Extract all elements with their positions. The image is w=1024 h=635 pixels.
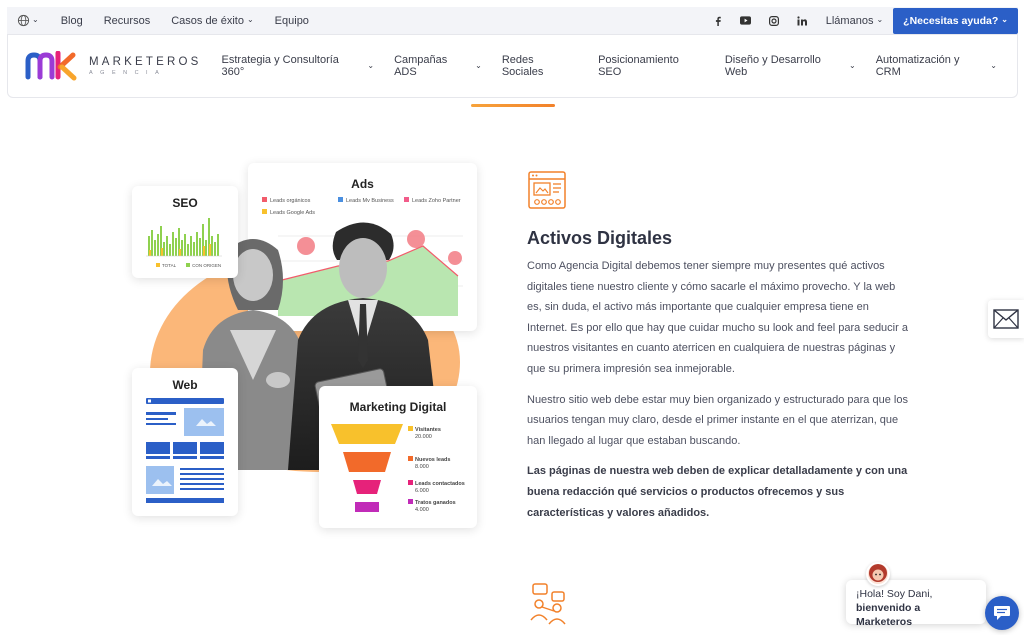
paragraph-3: Las páginas de nuestra web deben de expl… bbox=[527, 465, 908, 519]
nav-item-label: Campañas ADS bbox=[394, 54, 448, 78]
web-card-title: Web bbox=[172, 378, 198, 392]
nav-item-label: Diseño y Desarrollo Web bbox=[724, 54, 821, 78]
main-header: MARKETEROS AGENCIA Estrategia y Consulto… bbox=[7, 35, 1018, 98]
chat-open-button[interactable] bbox=[985, 596, 1019, 630]
seo-card: SEO TOTAL CON ORIGEN bbox=[132, 186, 238, 278]
nav-item-diseno-web[interactable]: Diseño y Desarrollo Web ⌄ bbox=[725, 54, 856, 78]
nav-item-redes-sociales[interactable]: Redes Sociales bbox=[502, 54, 578, 78]
topbar-link-casos[interactable]: Casos de éxito ⌄ bbox=[171, 15, 253, 27]
envelope-icon bbox=[993, 309, 1019, 329]
nav-item-estrategia[interactable]: Estrategia y Consultoría 360° ⌄ bbox=[222, 54, 375, 78]
paragraph-1: Como Agencia Digital debemos tener siemp… bbox=[527, 260, 908, 375]
logo-mark bbox=[25, 51, 77, 81]
chevron-down-icon: ⌄ bbox=[32, 15, 39, 24]
legend-item: TOTAL bbox=[156, 263, 176, 268]
funnel-stage: Nuevos leads 8.000 bbox=[408, 456, 465, 480]
youtube-icon[interactable] bbox=[732, 16, 760, 25]
call-menu[interactable]: Llámanos ⌄ bbox=[826, 15, 883, 27]
web-dashboard-icon bbox=[528, 171, 566, 209]
section-title: Activos Digitales bbox=[527, 228, 673, 248]
seo-card-title: SEO bbox=[172, 196, 198, 210]
chat-greeting: ¡Hola! Soy Dani, bbox=[856, 588, 933, 600]
top-bar: ⌄ Blog Recursos Casos de éxito ⌄ Equipo L… bbox=[7, 7, 1018, 35]
help-button[interactable]: ¿Necesitas ayuda? ⌄ bbox=[893, 7, 1018, 34]
avatar bbox=[866, 562, 890, 586]
call-label: Llámanos bbox=[825, 14, 874, 27]
chevron-down-icon: ⌄ bbox=[367, 60, 375, 70]
facebook-icon[interactable] bbox=[704, 16, 732, 26]
topbar-link-recursos[interactable]: Recursos bbox=[104, 15, 150, 27]
paragraph-2: Nuestro sitio web debe estar muy bien or… bbox=[527, 393, 908, 447]
chat-icon bbox=[994, 606, 1010, 620]
chevron-down-icon: ⌄ bbox=[475, 60, 482, 70]
funnel-graphic bbox=[331, 424, 403, 512]
topbar-link-label: Casos de éxito bbox=[171, 14, 244, 27]
chevron-down-icon: ⌄ bbox=[246, 15, 254, 24]
illustration: Ads Leads orgánicos Leads Mv Business Le… bbox=[128, 160, 488, 540]
logo-subtitle: AGENCIA bbox=[89, 70, 167, 76]
content-section: Activos Digitales Como Agencia Digital d… bbox=[527, 170, 912, 523]
chevron-down-icon: ⌄ bbox=[1001, 15, 1008, 24]
web-wireframe bbox=[146, 398, 224, 503]
topbar-link-equipo[interactable]: Equipo bbox=[275, 15, 309, 27]
funnel-card: Marketing Digital Visitantes 20.000 Nuevo… bbox=[319, 386, 477, 528]
web-card: Web bbox=[132, 368, 238, 516]
logo-name: MARKETEROS bbox=[89, 56, 202, 68]
funnel-card-title: Marketing Digital bbox=[349, 400, 447, 414]
instagram-icon[interactable] bbox=[760, 15, 788, 26]
chat-welcome: bienvenido a Marketeros bbox=[856, 602, 921, 628]
linkedin-icon[interactable] bbox=[788, 15, 816, 26]
nav-item-label: Automatización y CRM bbox=[875, 54, 960, 78]
topbar-link-blog[interactable]: Blog bbox=[61, 15, 83, 27]
funnel-stage: Tratos ganados 4.000 bbox=[408, 499, 465, 514]
funnel-legend: Visitantes 20.000 Nuevos leads 8.000 Leads… bbox=[408, 426, 465, 514]
nav-item-automatizacion[interactable]: Automatización y CRM ⌄ bbox=[876, 54, 997, 78]
language-selector[interactable]: ⌄ bbox=[17, 14, 39, 27]
globe-icon bbox=[17, 14, 30, 27]
legend-item: CON ORIGEN bbox=[186, 263, 221, 268]
logo[interactable]: MARKETEROS AGENCIA bbox=[25, 51, 202, 81]
section-divider bbox=[471, 104, 555, 107]
chevron-down-icon: ⌄ bbox=[876, 15, 884, 24]
seo-legend: TOTAL CON ORIGEN bbox=[156, 263, 221, 268]
nav-item-label: Estrategia y Consultoría 360° bbox=[221, 54, 339, 78]
nav-item-campanas-ads[interactable]: Campañas ADS ⌄ bbox=[394, 54, 482, 78]
ads-card-title: Ads bbox=[351, 177, 374, 191]
funnel-stage: Leads contactados 6.000 bbox=[408, 480, 465, 499]
contact-mail-button[interactable] bbox=[988, 300, 1024, 338]
chevron-down-icon: ⌄ bbox=[849, 60, 856, 70]
seo-chart bbox=[146, 218, 222, 257]
funnel-stage: Visitantes 20.000 bbox=[408, 426, 465, 456]
people-network-icon bbox=[530, 583, 566, 625]
chevron-down-icon: ⌄ bbox=[990, 60, 997, 70]
help-label: ¿Necesitas ayuda? bbox=[903, 14, 999, 27]
nav-item-seo[interactable]: Posicionamiento SEO bbox=[598, 54, 705, 78]
chat-welcome-bubble[interactable]: ¡Hola! Soy Dani, bienvenido a Marketeros bbox=[846, 580, 986, 628]
main-nav: Estrategia y Consultoría 360° ⌄ Campañas … bbox=[202, 54, 997, 78]
